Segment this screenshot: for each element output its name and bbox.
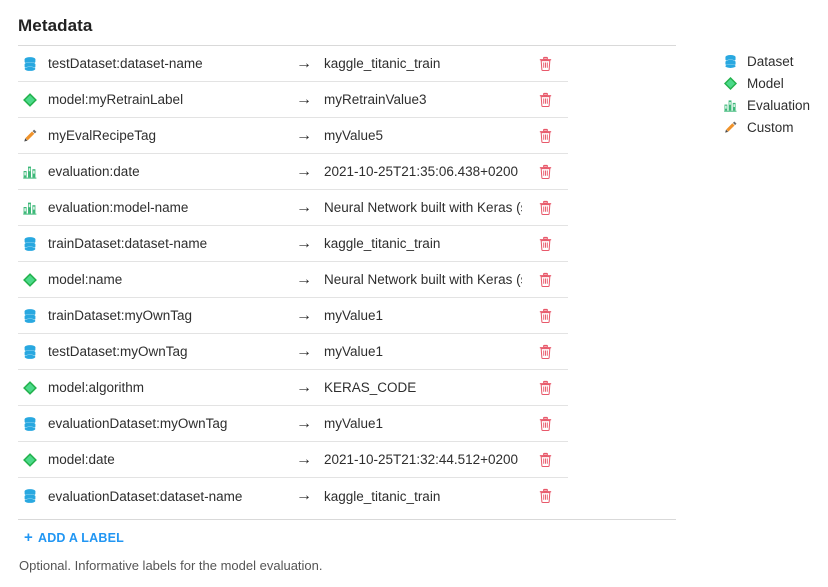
dataset-icon — [18, 344, 48, 360]
metadata-key: evaluationDataset:myOwnTag — [48, 416, 228, 431]
metadata-value: Neural Network built with Keras (s1) — [324, 200, 522, 215]
arrow-right-icon: → — [296, 198, 312, 216]
metadata-key: model:algorithm — [48, 380, 145, 395]
arrow-right-icon: → — [296, 126, 312, 144]
metadata-value: kaggle_titanic_train — [324, 236, 441, 251]
metadata-value: Neural Network built with Keras (s1) — [324, 272, 522, 287]
dataset-icon — [18, 416, 48, 432]
legend-label: Custom — [747, 119, 794, 135]
legend-item-evaluation: Evaluation — [722, 94, 810, 116]
delete-row-button[interactable] — [522, 344, 568, 360]
table-row: evaluationDataset:myOwnTag → myValue1 — [18, 406, 568, 442]
arrow-right-icon: → — [296, 270, 312, 288]
metadata-key: testDataset:dataset-name — [48, 56, 203, 71]
evaluation-icon — [722, 98, 738, 113]
delete-row-button[interactable] — [522, 92, 568, 108]
metadata-value: myValue1 — [324, 416, 384, 431]
table-row: model:name → Neural Network built with Ker… — [18, 262, 568, 298]
arrow-right-icon: → — [296, 162, 312, 180]
custom-icon — [722, 120, 738, 135]
metadata-key: testDataset:myOwnTag — [48, 344, 188, 359]
metadata-key: myEvalRecipeTag — [48, 128, 157, 143]
arrow-right-icon: → — [296, 54, 312, 72]
delete-row-button[interactable] — [522, 452, 568, 468]
delete-row-button[interactable] — [522, 488, 568, 504]
delete-row-button[interactable] — [522, 416, 568, 432]
evaluation-icon — [18, 164, 48, 180]
add-a-label-button[interactable]: + ADD A LABEL — [24, 530, 124, 545]
delete-row-button[interactable] — [522, 308, 568, 324]
legend-label: Model — [747, 75, 784, 91]
plus-icon: + — [24, 528, 33, 546]
dataset-icon — [18, 236, 48, 252]
metadata-key: trainDataset:myOwnTag — [48, 308, 193, 323]
metadata-value: kaggle_titanic_train — [324, 488, 441, 504]
dataset-icon — [722, 54, 738, 69]
model-icon — [18, 380, 48, 396]
delete-row-button[interactable] — [522, 200, 568, 216]
dataset-icon — [18, 488, 48, 504]
arrow-right-icon: → — [296, 450, 312, 468]
metadata-key: model:myRetrainLabel — [48, 92, 184, 107]
evaluation-icon — [18, 200, 48, 216]
model-icon — [722, 76, 738, 91]
metadata-key: evaluationDataset:dataset-name — [48, 488, 243, 504]
helper-text: Optional. Informative labels for the mod… — [19, 558, 323, 573]
model-icon — [18, 272, 48, 288]
delete-row-button[interactable] — [522, 236, 568, 252]
metadata-key: evaluation:date — [48, 164, 140, 179]
metadata-value: myValue5 — [324, 128, 384, 143]
table-row: testDataset:myOwnTag → myValue1 — [18, 334, 568, 370]
metadata-value: 2021-10-25T21:35:06.438+0200 — [324, 164, 519, 179]
arrow-right-icon: → — [296, 90, 312, 108]
delete-row-button[interactable] — [522, 56, 568, 72]
table-row: evaluationDataset:dataset-name → kaggle_ti… — [18, 478, 568, 514]
arrow-right-icon: → — [296, 342, 312, 360]
metadata-key: model:name — [48, 272, 123, 287]
metadata-key: evaluation:model-name — [48, 200, 189, 215]
dataset-icon — [18, 56, 48, 72]
metadata-panel: Metadata testDataset:dataset-name → kaggle… — [0, 0, 828, 587]
legend-label: Evaluation — [747, 97, 811, 113]
metadata-key: trainDataset:dataset-name — [48, 236, 208, 251]
dataset-icon — [18, 308, 48, 324]
arrow-right-icon: → — [296, 414, 312, 432]
metadata-value: myValue1 — [324, 308, 384, 323]
custom-icon — [18, 128, 48, 144]
delete-row-button[interactable] — [522, 272, 568, 288]
legend-item-custom: Custom — [722, 116, 810, 138]
arrow-right-icon: → — [296, 378, 312, 396]
arrow-right-icon: → — [296, 234, 312, 252]
model-icon — [18, 452, 48, 468]
page-title: Metadata — [18, 16, 93, 35]
table-row: model:algorithm → KERAS_CODE — [18, 370, 568, 406]
table-row: myEvalRecipeTag → myValue5 — [18, 118, 568, 154]
table-row: evaluation:date → 2021-10-25T21:35:06.438+… — [18, 154, 568, 190]
legend-item-model: Model — [722, 72, 810, 94]
metadata-value: myRetrainValue3 — [324, 92, 427, 107]
arrow-right-icon: → — [296, 306, 312, 324]
legend-label: Dataset — [747, 53, 794, 69]
delete-row-button[interactable] — [522, 380, 568, 396]
metadata-value: 2021-10-25T21:32:44.512+0200 — [324, 452, 519, 467]
delete-row-button[interactable] — [522, 128, 568, 144]
table-row: evaluation:model-name → Neural Network bui… — [18, 190, 568, 226]
icon-legend: Dataset Model Evaluation Custom — [722, 50, 810, 138]
model-icon — [18, 92, 48, 108]
table-row: trainDataset:dataset-name → kaggle_titanic… — [18, 226, 568, 262]
metadata-table: testDataset:dataset-name → kaggle_titanic_… — [18, 45, 676, 514]
table-row: testDataset:dataset-name → kaggle_titanic_… — [18, 46, 568, 82]
table-row: model:myRetrainLabel → myRetrainValue3 — [18, 82, 568, 118]
table-bottom-divider — [18, 519, 676, 520]
metadata-value: kaggle_titanic_train — [324, 56, 441, 71]
metadata-value: myValue1 — [324, 344, 384, 359]
add-a-label-text: ADD A LABEL — [37, 530, 124, 545]
delete-row-button[interactable] — [522, 164, 568, 180]
table-row: model:date → 2021-10-25T21:32:44.512+0200 — [18, 442, 568, 478]
legend-item-dataset: Dataset — [722, 50, 810, 72]
metadata-value: KERAS_CODE — [324, 380, 417, 395]
arrow-right-icon: → — [296, 487, 312, 504]
metadata-key: model:date — [48, 452, 115, 467]
table-row: trainDataset:myOwnTag → myValue1 — [18, 298, 568, 334]
